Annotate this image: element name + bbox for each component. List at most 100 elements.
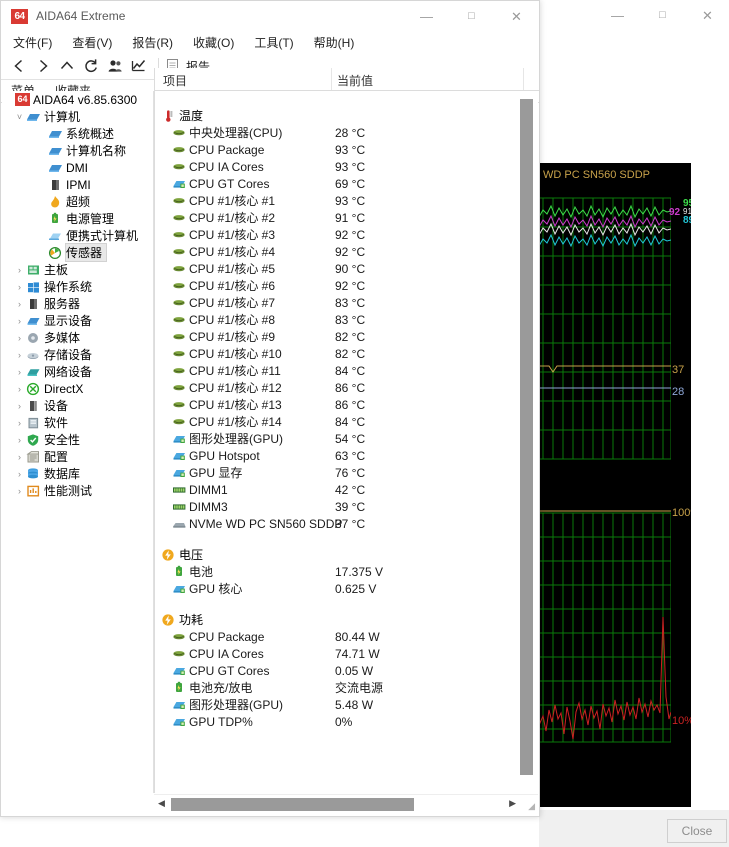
sensor-row[interactable]: NVMe WD PC SN560 SDDP 37 °C bbox=[155, 515, 517, 532]
tree-twisty-icon[interactable]: › bbox=[13, 486, 26, 496]
sensor-row[interactable]: CPU Package 80.44 W bbox=[155, 628, 517, 645]
tree-twisty-icon[interactable]: › bbox=[13, 316, 26, 326]
close-icon[interactable]: ✕ bbox=[685, 1, 729, 30]
column-header-item[interactable]: 项目 bbox=[163, 72, 187, 89]
tree-item-9[interactable]: › 主板 bbox=[2, 261, 153, 278]
tree-twisty-icon[interactable]: › bbox=[13, 350, 26, 360]
sensor-row[interactable]: CPU #1/核心 #14 84 °C bbox=[155, 413, 517, 430]
maximize-icon[interactable]: □ bbox=[449, 2, 494, 31]
tree-item-20[interactable]: › 配置 bbox=[2, 448, 153, 465]
sensor-row[interactable]: DIMM1 42 °C bbox=[155, 481, 517, 498]
tree-item-21[interactable]: › 数据库 bbox=[2, 465, 153, 482]
sensor-row[interactable]: CPU #1/核心 #12 86 °C bbox=[155, 379, 517, 396]
tree-twisty-icon[interactable]: › bbox=[13, 435, 26, 445]
sensor-row[interactable]: CPU #1/核心 #3 92 °C bbox=[155, 226, 517, 243]
tree-item-12[interactable]: › 显示设备 bbox=[2, 312, 153, 329]
tree-item-6[interactable]: 电源管理 bbox=[2, 210, 153, 227]
chart-icon[interactable] bbox=[127, 54, 151, 78]
scroll-left-arrow[interactable]: ◀ bbox=[158, 798, 165, 809]
tree-item-1[interactable]: 系统概述 bbox=[2, 125, 153, 142]
tree-twisty-icon[interactable]: › bbox=[13, 367, 26, 377]
menu-tools[interactable]: 工具(T) bbox=[254, 34, 293, 51]
sensor-row[interactable]: GPU Hotspot 63 °C bbox=[155, 447, 517, 464]
vertical-scroll-thumb[interactable] bbox=[520, 99, 533, 775]
list-horizontal-scrollbar[interactable]: ◀ ▶ ◢ bbox=[154, 794, 538, 814]
user-icon[interactable] bbox=[103, 54, 127, 78]
sensor-row[interactable]: 图形处理器(GPU) 5.48 W bbox=[155, 696, 517, 713]
tree-item-17[interactable]: › 设备 bbox=[2, 397, 153, 414]
sensor-row[interactable]: CPU #1/核心 #11 84 °C bbox=[155, 362, 517, 379]
tree-item-3[interactable]: DMI bbox=[2, 159, 153, 176]
sensor-row[interactable]: CPU IA Cores 74.71 W bbox=[155, 645, 517, 662]
tree-item-18[interactable]: › 软件 bbox=[2, 414, 153, 431]
tree-twisty-icon[interactable]: › bbox=[13, 469, 26, 479]
sensor-row[interactable]: 图形处理器(GPU) 54 °C bbox=[155, 430, 517, 447]
sensor-row[interactable]: CPU GT Cores 0.05 W bbox=[155, 662, 517, 679]
sensor-row[interactable]: CPU #1/核心 #5 90 °C bbox=[155, 260, 517, 277]
horizontal-scroll-thumb[interactable] bbox=[171, 798, 414, 811]
column-divider[interactable] bbox=[331, 68, 332, 90]
close-icon[interactable]: ✕ bbox=[494, 2, 539, 31]
tree-item-15[interactable]: › 网络设备 bbox=[2, 363, 153, 380]
back-icon[interactable] bbox=[7, 54, 31, 78]
sensor-row[interactable]: 中央处理器(CPU) 28 °C bbox=[155, 124, 517, 141]
tree-item-16[interactable]: › DirectX bbox=[2, 380, 153, 397]
tree-item-5[interactable]: 超频 bbox=[2, 193, 153, 210]
sensor-row[interactable]: CPU Package 93 °C bbox=[155, 141, 517, 158]
sensor-row[interactable]: CPU #1/核心 #4 92 °C bbox=[155, 243, 517, 260]
list-vertical-scrollbar[interactable] bbox=[516, 91, 538, 793]
tree-item-0[interactable]: ˅ 计算机 bbox=[2, 108, 153, 125]
menu-view[interactable]: 查看(V) bbox=[72, 34, 112, 51]
menu-favorite[interactable]: 收藏(O) bbox=[193, 34, 234, 51]
minimize-icon[interactable]: — bbox=[595, 1, 640, 30]
menu-report[interactable]: 报告(R) bbox=[132, 34, 173, 51]
maximize-icon[interactable]: □ bbox=[640, 1, 685, 30]
tree-twisty-icon[interactable]: › bbox=[13, 282, 26, 292]
sensor-row[interactable]: CPU #1/核心 #1 93 °C bbox=[155, 192, 517, 209]
forward-icon[interactable] bbox=[31, 54, 55, 78]
sensor-row[interactable]: CPU #1/核心 #7 83 °C bbox=[155, 294, 517, 311]
close-button[interactable]: Close bbox=[667, 819, 727, 843]
column-divider[interactable] bbox=[523, 68, 524, 90]
minimize-icon[interactable]: — bbox=[404, 2, 449, 31]
tree-item-14[interactable]: › 存储设备 bbox=[2, 346, 153, 363]
tree-twisty-icon[interactable]: › bbox=[13, 299, 26, 309]
menu-help[interactable]: 帮助(H) bbox=[314, 34, 355, 51]
tree-item-19[interactable]: › 安全性 bbox=[2, 431, 153, 448]
resize-gripper-icon[interactable]: ◢ bbox=[528, 801, 535, 812]
menu-file[interactable]: 文件(F) bbox=[13, 34, 52, 51]
sensor-list[interactable]: 温度 中央处理器(CPU) 28 °C CPU Package 93 °C CPU IA … bbox=[154, 91, 517, 793]
sensor-row[interactable]: GPU 核心 0.625 V bbox=[155, 580, 517, 597]
column-header-value[interactable]: 当前值 bbox=[337, 72, 373, 89]
up-icon[interactable] bbox=[55, 54, 79, 78]
tree-item-2[interactable]: 计算机名称 bbox=[2, 142, 153, 159]
tree-root[interactable]: 64 AIDA64 v6.85.6300 bbox=[2, 91, 153, 108]
navigation-tree[interactable]: 64 AIDA64 v6.85.6300 ˅ 计算机 系统概述 计算机名称 DMI IPMI 超… bbox=[2, 91, 154, 793]
tree-twisty-icon[interactable]: › bbox=[13, 384, 26, 394]
refresh-icon[interactable] bbox=[79, 54, 103, 78]
tree-item-4[interactable]: IPMI bbox=[2, 176, 153, 193]
sensor-row[interactable]: CPU GT Cores 69 °C bbox=[155, 175, 517, 192]
tree-twisty-icon[interactable]: › bbox=[13, 418, 26, 428]
sensor-row[interactable]: CPU #1/核心 #6 92 °C bbox=[155, 277, 517, 294]
tree-item-13[interactable]: › 多媒体 bbox=[2, 329, 153, 346]
tree-twisty-icon[interactable]: › bbox=[13, 333, 26, 343]
sensor-row[interactable]: DIMM3 39 °C bbox=[155, 498, 517, 515]
tree-item-8[interactable]: 传感器 bbox=[2, 243, 153, 262]
tree-item-22[interactable]: › 性能测试 bbox=[2, 482, 153, 499]
tree-twisty-icon[interactable]: ˅ bbox=[13, 112, 26, 122]
sensor-row[interactable]: CPU #1/核心 #2 91 °C bbox=[155, 209, 517, 226]
tree-item-11[interactable]: › 服务器 bbox=[2, 295, 153, 312]
sensor-row[interactable]: CPU IA Cores 93 °C bbox=[155, 158, 517, 175]
scroll-right-arrow[interactable]: ▶ bbox=[509, 798, 516, 809]
tree-twisty-icon[interactable]: › bbox=[13, 265, 26, 275]
sensor-row[interactable]: 电池充/放电 交流电源 bbox=[155, 679, 517, 696]
sensor-row[interactable]: CPU #1/核心 #13 86 °C bbox=[155, 396, 517, 413]
sensor-row[interactable]: GPU TDP% 0% bbox=[155, 713, 517, 730]
tree-item-7[interactable]: 便携式计算机 bbox=[2, 227, 153, 244]
sensor-row[interactable]: GPU 显存 76 °C bbox=[155, 464, 517, 481]
sensor-row[interactable]: 电池 17.375 V bbox=[155, 563, 517, 580]
tree-twisty-icon[interactable]: › bbox=[13, 401, 26, 411]
sensor-row[interactable]: CPU #1/核心 #8 83 °C bbox=[155, 311, 517, 328]
sensor-row[interactable]: CPU #1/核心 #9 82 °C bbox=[155, 328, 517, 345]
